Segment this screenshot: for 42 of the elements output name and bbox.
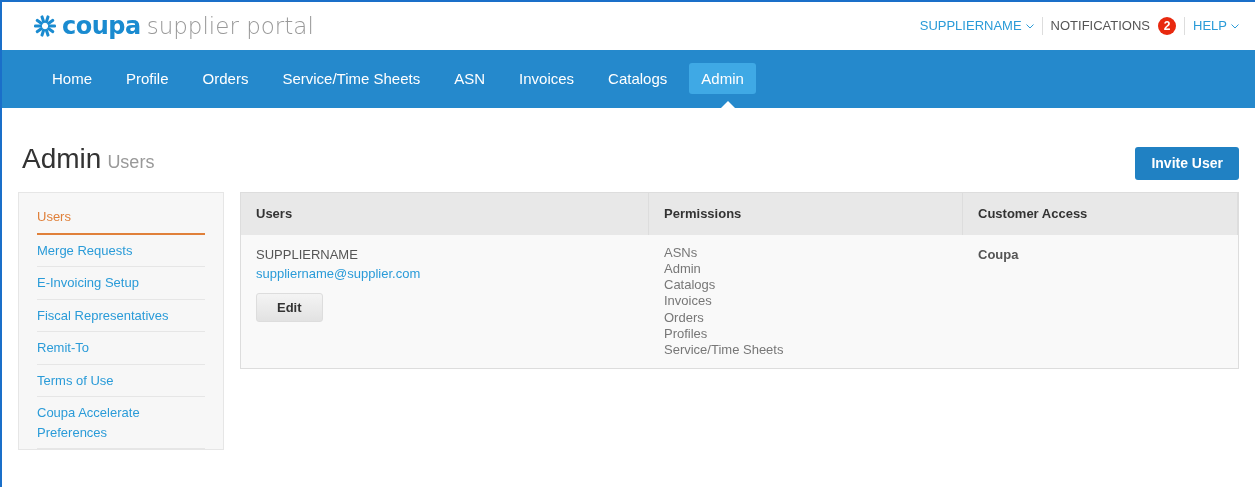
sidebar-item[interactable]: Terms of Use bbox=[37, 364, 205, 397]
user-name: SUPPLIERNAME bbox=[256, 245, 359, 264]
sidebar-item[interactable]: Users bbox=[37, 201, 205, 235]
nav-tab[interactable]: Profile bbox=[114, 62, 181, 94]
caret-icon bbox=[1025, 23, 1034, 29]
nav-tab[interactable]: Admin bbox=[689, 62, 756, 94]
caret-icon bbox=[1231, 23, 1239, 29]
permission-item: Catalogs bbox=[664, 277, 717, 294]
column-header: Permissions bbox=[649, 193, 963, 235]
logo-product: supplier portal bbox=[146, 11, 314, 41]
permission-item: Admin bbox=[664, 260, 702, 277]
logo-brand: coupa bbox=[62, 11, 141, 42]
nav-tab[interactable]: Service/Time Sheets bbox=[270, 62, 433, 94]
invite-user-button[interactable]: Invite User bbox=[1135, 147, 1239, 180]
sidebar-item[interactable]: Merge Requests bbox=[37, 234, 205, 267]
sidebar-item[interactable]: Fiscal Representatives bbox=[37, 299, 205, 332]
menu-link[interactable]: HELP bbox=[1193, 16, 1239, 36]
permission-item: Orders bbox=[664, 309, 705, 326]
nav-tab[interactable]: Invoices bbox=[507, 62, 587, 94]
permission-item: ASNs bbox=[664, 244, 699, 261]
sidebar-item[interactable]: E-Invoicing Setup bbox=[37, 267, 205, 300]
sidebar-item[interactable]: Coupa Accelerate Preferences bbox=[37, 397, 205, 449]
column-header: Customer Access bbox=[963, 193, 1238, 235]
column-header: Users bbox=[241, 193, 649, 235]
page-title: Admin bbox=[22, 142, 102, 176]
user-email-link[interactable]: suppliername@supplier.com bbox=[256, 264, 634, 284]
permission-item: Service/Time Sheets bbox=[664, 342, 785, 359]
pointer-icon bbox=[720, 101, 735, 109]
customer-access: Coupa bbox=[978, 246, 1019, 262]
menu-link[interactable]: SUPPLIERNAME bbox=[919, 16, 1034, 36]
nav-tab[interactable]: ASN bbox=[442, 62, 498, 94]
nav-tab[interactable]: Orders bbox=[190, 62, 261, 94]
notifications-link[interactable]: NOTIFICATIONS bbox=[1050, 16, 1151, 36]
nav-tab[interactable]: Home bbox=[40, 62, 104, 94]
notification-count: 2 bbox=[1158, 17, 1177, 35]
logo-icon bbox=[32, 14, 58, 38]
permission-item: Invoices bbox=[664, 293, 713, 310]
sidebar-item[interactable]: Remit-To bbox=[37, 332, 205, 365]
permission-item: Profiles bbox=[664, 325, 709, 342]
page-subtitle: Users bbox=[107, 151, 155, 174]
edit-button[interactable]: Edit bbox=[256, 292, 323, 322]
nav-tab[interactable]: Catalogs bbox=[596, 62, 680, 94]
